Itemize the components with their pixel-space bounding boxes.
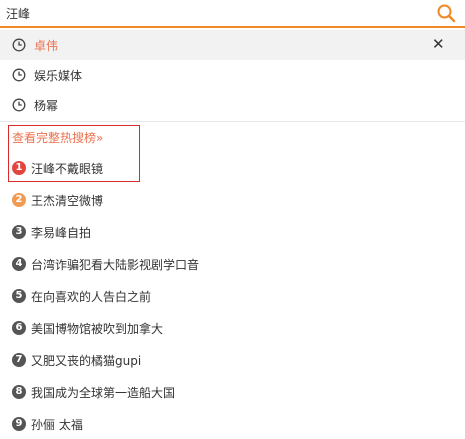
search-icon[interactable] <box>436 3 456 23</box>
view-full-hot-list-link[interactable]: 查看完整热搜榜» <box>12 129 103 146</box>
hot-item[interactable]: 7 又肥又丧的橘猫gupi <box>0 345 465 375</box>
rank-badge: 1 <box>12 161 26 175</box>
rank-badge: 3 <box>12 225 26 239</box>
history-item[interactable]: 杨幂 <box>0 90 465 120</box>
rank-badge: 7 <box>12 353 26 367</box>
rank-badge: 6 <box>12 321 26 335</box>
close-icon[interactable]: ✕ <box>432 35 445 53</box>
hot-item[interactable]: 4 台湾诈骗犯看大陆影视剧学口音 <box>0 249 465 279</box>
hot-item[interactable]: 9 孙俪 太福 <box>0 409 465 439</box>
clock-icon <box>12 68 26 82</box>
hot-item-label: 台湾诈骗犯看大陆影视剧学口音 <box>31 258 200 272</box>
rank-badge: 2 <box>12 193 26 207</box>
hot-item-label: 李易峰自拍 <box>31 226 92 240</box>
clock-icon <box>12 98 26 112</box>
search-bar <box>0 0 465 28</box>
hot-item-label: 美国博物馆被吹到加拿大 <box>31 322 164 336</box>
hot-item[interactable]: 8 我国成为全球第一造船大国 <box>0 377 465 407</box>
hot-item-label: 汪峰不戴眼镜 <box>31 162 104 176</box>
rank-badge: 4 <box>12 257 26 271</box>
hot-item[interactable]: 1 汪峰不戴眼镜 <box>0 153 465 183</box>
search-input[interactable] <box>6 3 416 23</box>
hot-item-label: 我国成为全球第一造船大国 <box>31 386 176 400</box>
hot-item[interactable]: 2 王杰清空微博 <box>0 185 465 215</box>
history-item-label: 卓伟 <box>34 39 59 53</box>
history-item[interactable]: 卓伟 ✕ <box>0 30 465 60</box>
hot-item-label: 王杰清空微博 <box>31 194 104 208</box>
hot-item[interactable]: 3 李易峰自拍 <box>0 217 465 247</box>
hot-item[interactable]: 5 在向喜欢的人告白之前 <box>0 281 465 311</box>
rank-badge: 5 <box>12 289 26 303</box>
rank-badge: 8 <box>12 385 26 399</box>
clock-icon <box>12 38 26 52</box>
history-item-label: 娱乐媒体 <box>34 69 83 83</box>
rank-badge: 9 <box>12 417 26 431</box>
divider <box>0 121 465 122</box>
hot-item-label: 在向喜欢的人告白之前 <box>31 290 152 304</box>
hot-item-label: 又肥又丧的橘猫gupi <box>31 354 142 368</box>
history-item-label: 杨幂 <box>34 99 59 113</box>
history-item[interactable]: 娱乐媒体 <box>0 60 465 90</box>
hot-item[interactable]: 6 美国博物馆被吹到加拿大 <box>0 313 465 343</box>
